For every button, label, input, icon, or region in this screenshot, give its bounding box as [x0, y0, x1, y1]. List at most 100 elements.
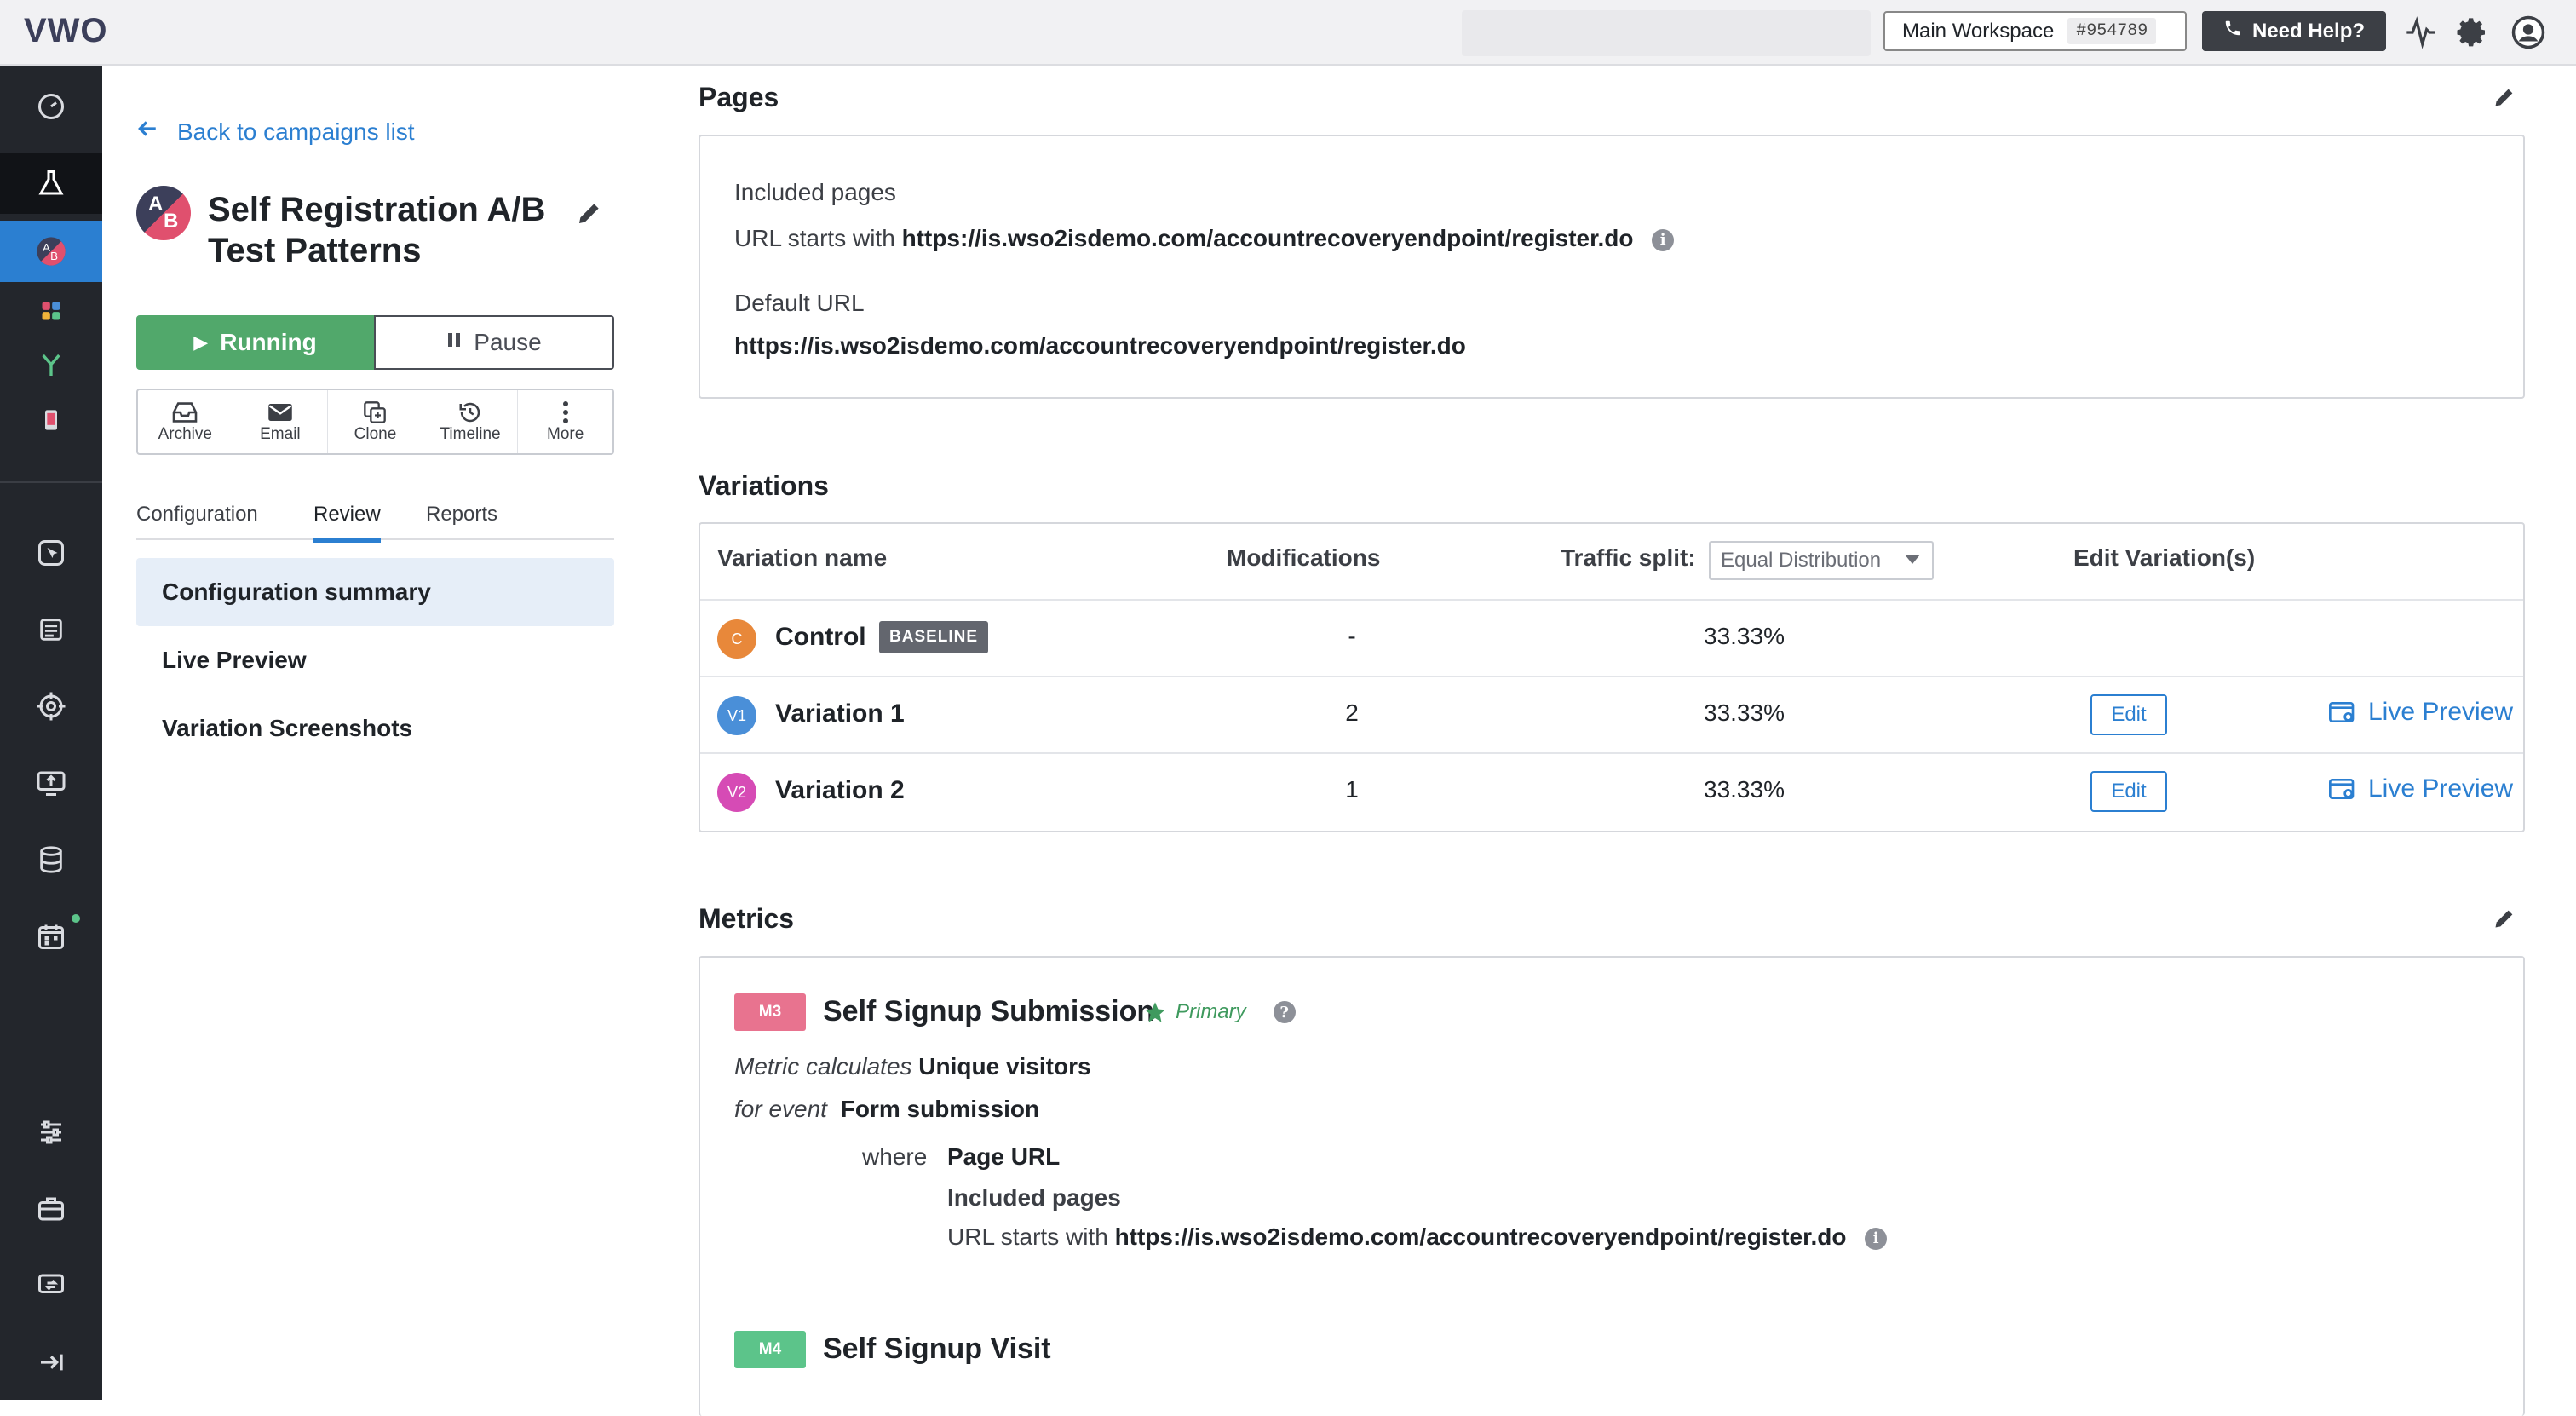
traffic-split-value: 33.33% — [1704, 776, 1785, 803]
table-row: V2 Variation 2 1 33.33% Edit Live Previe… — [700, 752, 2523, 829]
briefcase-icon[interactable] — [0, 1178, 102, 1240]
metric-included-pages: Included pages — [947, 1184, 1121, 1211]
traffic-split-value: 33.33% — [1704, 699, 1785, 726]
user-avatar-icon[interactable] — [2508, 12, 2549, 53]
cursor-insights-icon[interactable] — [0, 522, 102, 584]
calendar-icon[interactable] — [0, 906, 102, 967]
traffic-distribution-select[interactable]: Equal Distribution — [1709, 541, 1934, 580]
back-to-campaigns-link[interactable]: Back to campaigns list — [136, 118, 415, 147]
workspace-selector[interactable]: Main Workspace #954789 — [1883, 11, 2187, 51]
activity-icon[interactable] — [2401, 12, 2441, 53]
more-button[interactable]: More — [518, 390, 612, 453]
tab-review[interactable]: Review — [313, 503, 381, 543]
metric-calculation: Metric calculates Unique visitors — [734, 1053, 1091, 1079]
survey-list-icon[interactable] — [0, 599, 102, 660]
campaign-type-avatar: A B — [136, 186, 191, 240]
expand-nav-icon[interactable] — [0, 1332, 102, 1393]
variations-section-title: Variations — [699, 470, 829, 501]
sidebar-item-configuration-summary[interactable]: Configuration summary — [136, 558, 614, 626]
kebab-menu-icon — [561, 400, 570, 425]
modifications-count: - — [1348, 623, 1356, 649]
sidebar-item-live-preview[interactable]: Live Preview — [136, 626, 614, 694]
header-modifications: Modifications — [1227, 544, 1381, 571]
workspace-name: Main Workspace — [1902, 19, 2055, 43]
metric-tag: M3 — [734, 993, 806, 1031]
edit-variation-button[interactable]: Edit — [2090, 694, 2167, 735]
metrics-panel: M3 Self Signup Submission Primary ? Metr… — [699, 956, 2525, 1416]
sidebar-item-variation-screenshots[interactable]: Variation Screenshots — [136, 694, 614, 763]
variation-badge: V1 — [717, 696, 756, 735]
table-row: V1 Variation 1 2 33.33% Edit Live Previe… — [700, 676, 2523, 752]
metrics-section-title: Metrics — [699, 903, 795, 934]
modifications-count: 1 — [1345, 776, 1359, 803]
clone-icon — [363, 400, 387, 425]
campaign-actions: Archive Email Clone Timeline More — [136, 389, 614, 455]
sliders-icon[interactable] — [0, 1102, 102, 1163]
preview-window-icon — [2329, 700, 2356, 724]
deploy-screen-icon[interactable] — [0, 752, 102, 814]
url-rule: URL starts with https://is.wso2isdemo.co… — [734, 225, 1675, 252]
traffic-split-value: 33.33% — [1704, 623, 1785, 649]
timeline-button[interactable]: Timeline — [423, 390, 519, 453]
top-bar: VWO Main Workspace #954789 Need Help? — [0, 0, 2576, 66]
split-url-icon[interactable] — [0, 335, 102, 396]
tab-reports[interactable]: Reports — [426, 503, 497, 538]
edit-campaign-name-icon[interactable] — [576, 199, 603, 231]
apps-grid-icon[interactable] — [0, 280, 102, 342]
mobile-icon[interactable] — [0, 389, 102, 451]
notification-dot — [72, 914, 80, 923]
archive-button[interactable]: Archive — [138, 390, 233, 453]
live-preview-link[interactable]: Live Preview — [2329, 698, 2513, 727]
running-button[interactable]: ▶ Running — [136, 315, 374, 370]
metric-where-label: where — [862, 1143, 928, 1170]
edit-pages-icon[interactable] — [2493, 85, 2516, 113]
pause-button[interactable]: Pause — [374, 315, 614, 370]
database-icon[interactable] — [0, 829, 102, 890]
email-button[interactable]: Email — [233, 390, 329, 453]
play-icon: ▶ — [193, 331, 209, 353]
caret-down-icon — [1905, 555, 1920, 564]
ab-test-icon[interactable]: AB — [0, 221, 102, 282]
live-preview-link[interactable]: Live Preview — [2329, 774, 2513, 803]
screen-sync-icon[interactable] — [0, 1255, 102, 1316]
variations-table: Variation name Modifications Traffic spl… — [699, 522, 2525, 832]
target-icon[interactable] — [0, 676, 102, 737]
info-icon[interactable]: i — [1652, 228, 1675, 251]
edit-metrics-icon[interactable] — [2493, 907, 2516, 935]
variation-name: Variation 1 — [775, 699, 905, 728]
primary-metric-badge: Primary ? — [1143, 1000, 1296, 1024]
info-icon[interactable]: i — [1865, 1227, 1888, 1250]
dashboard-icon[interactable] — [0, 76, 102, 137]
included-pages-label: Included pages — [734, 179, 896, 205]
arrow-left-icon — [136, 118, 158, 147]
top-search-bar[interactable] — [1462, 10, 1871, 56]
clone-button[interactable]: Clone — [328, 390, 423, 453]
pages-panel: Included pages URL starts with https://i… — [699, 135, 2525, 399]
pages-section-title: Pages — [699, 82, 779, 112]
edit-variation-button[interactable]: Edit — [2090, 771, 2167, 812]
info-icon[interactable]: ? — [1273, 1001, 1296, 1023]
left-nav: AB — [0, 66, 102, 1400]
header-traffic-split: Traffic split: — [1561, 544, 1696, 571]
testing-flask-icon[interactable] — [0, 153, 102, 214]
campaign-tabs: Configuration Review Reports — [136, 499, 614, 543]
metric-tag: M4 — [734, 1331, 806, 1368]
campaign-title: Self Registration A/B Test Patterns — [208, 191, 546, 269]
archive-icon — [171, 400, 198, 425]
tab-configuration[interactable]: Configuration — [136, 503, 258, 538]
header-edit-variations: Edit Variation(s) — [2073, 544, 2256, 571]
svg-text:B: B — [50, 250, 58, 262]
variation-badge: C — [717, 619, 756, 659]
gear-icon[interactable] — [2452, 12, 2493, 53]
workspace-id: #954789 — [2067, 18, 2157, 44]
variation-badge: V2 — [717, 773, 756, 812]
need-help-button[interactable]: Need Help? — [2202, 11, 2386, 51]
preview-window-icon — [2329, 777, 2356, 801]
vwo-logo[interactable]: VWO — [24, 12, 108, 50]
header-variation-name: Variation name — [717, 544, 888, 571]
metric-name: Self Signup Submission — [823, 995, 1155, 1027]
metric-name: Self Signup Visit — [823, 1333, 1051, 1365]
metric-where-value: Page URL — [947, 1143, 1061, 1170]
svg-text:A: A — [43, 241, 50, 254]
metric-event: for event Form submission — [734, 1096, 1040, 1122]
